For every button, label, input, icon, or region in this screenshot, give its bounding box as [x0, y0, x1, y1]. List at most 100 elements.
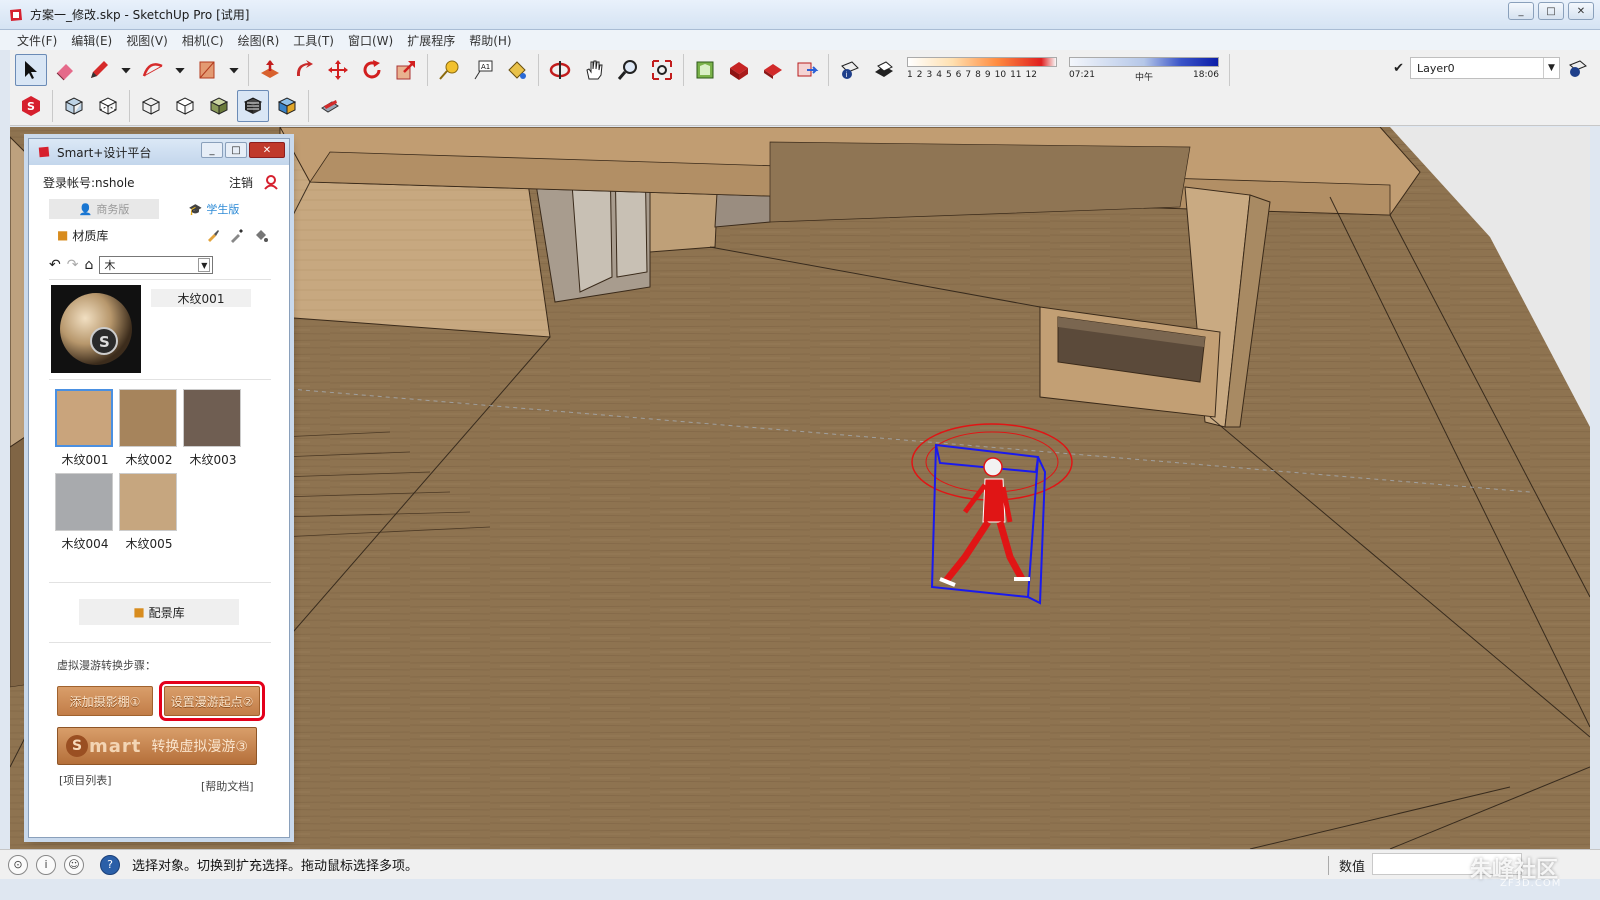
home-icon[interactable]: ⌂: [84, 257, 93, 273]
rectangle-tool-button[interactable]: [191, 54, 223, 86]
help-docs-link[interactable]: [帮助文档]: [201, 778, 254, 794]
svg-text:i: i: [846, 71, 848, 79]
shaded-textures-style-button[interactable]: [237, 90, 269, 122]
shadow-date-slider[interactable]: 1 2 3 4 5 6 7 8 9 10 11 12: [901, 54, 1063, 86]
menu-help[interactable]: 帮助(H): [462, 32, 518, 49]
user-account-icon[interactable]: ☺: [64, 854, 84, 875]
rotate-tool-button[interactable]: [356, 54, 388, 86]
send-to-layout-button[interactable]: [791, 54, 823, 86]
hidden-line-style-button[interactable]: [169, 90, 201, 122]
forward-icon[interactable]: ↷: [67, 257, 79, 273]
material-swatch[interactable]: 木纹001: [55, 389, 115, 467]
zoom-tool-button[interactable]: [612, 54, 644, 86]
menu-edit[interactable]: 编辑(E): [64, 32, 119, 49]
layer-select[interactable]: Layer0 ▼: [1410, 57, 1560, 79]
time-start-label: 07:21: [1069, 70, 1095, 80]
menu-draw[interactable]: 绘图(R): [231, 32, 287, 49]
arc-dropdown[interactable]: [171, 54, 189, 86]
back-icon[interactable]: ↶: [49, 257, 61, 273]
arc-tool-button[interactable]: [137, 54, 169, 86]
window-title: 方案一_修改.skp - SketchUp Pro [试用]: [30, 8, 250, 22]
monochrome-style-button[interactable]: [271, 90, 303, 122]
minimize-button[interactable]: _: [1508, 2, 1534, 20]
tab-business-edition[interactable]: 👤 商务版: [49, 199, 159, 219]
layout-button[interactable]: [757, 54, 789, 86]
zoom-extents-icon: [652, 60, 672, 80]
pencil-tool-button[interactable]: [83, 54, 115, 86]
swatch-label: 木纹005: [125, 537, 173, 551]
tab-student-edition[interactable]: 🎓 学生版: [159, 199, 269, 219]
eraser-tool-button[interactable]: [49, 54, 81, 86]
month-label: 3: [926, 70, 933, 80]
paint-bucket-icon[interactable]: [253, 227, 269, 243]
layer-manager-icon[interactable]: [1566, 56, 1590, 80]
shadow-toggle-button[interactable]: [868, 54, 900, 86]
warehouse-icon: [696, 61, 714, 79]
swatch-color: [119, 389, 177, 447]
menu-view[interactable]: 视图(V): [119, 32, 175, 49]
month-label: 2: [916, 70, 923, 80]
eyedropper-icon[interactable]: [229, 227, 245, 243]
select-tool-button[interactable]: [15, 54, 47, 86]
pan-tool-button[interactable]: [578, 54, 610, 86]
menu-camera[interactable]: 相机(C): [175, 32, 231, 49]
month-label: 4: [936, 70, 942, 80]
scene-library-button[interactable]: ■ 配景库: [79, 599, 239, 625]
geolocation-icon[interactable]: ⊙: [8, 854, 28, 875]
push-pull-tool-button[interactable]: [254, 54, 286, 86]
menu-tools[interactable]: 工具(T): [286, 32, 341, 49]
menu-file[interactable]: 文件(F): [10, 32, 64, 49]
shadow-date-bar[interactable]: [907, 57, 1057, 67]
credits-icon[interactable]: i: [36, 854, 56, 875]
xray-style-button[interactable]: [58, 90, 90, 122]
month-label: 7: [965, 70, 972, 80]
help-icon[interactable]: ?: [100, 854, 120, 875]
close-button[interactable]: ✕: [1568, 2, 1594, 20]
set-walk-start-button[interactable]: 设置漫游起点②: [159, 681, 265, 721]
category-select[interactable]: 木 ▼: [99, 256, 214, 274]
shadow-time-bar[interactable]: [1069, 57, 1219, 67]
convert-virtual-tour-button[interactable]: S mart 转换虚拟漫游③: [57, 727, 257, 765]
dimension-tool-button[interactable]: A1: [467, 54, 499, 86]
panel-minimize-button[interactable]: _: [201, 142, 223, 158]
shadow-info-button[interactable]: i: [834, 54, 866, 86]
pencil-dropdown[interactable]: [117, 54, 135, 86]
section-plane-button[interactable]: [314, 90, 346, 122]
paint-bucket-tool-button[interactable]: [501, 54, 533, 86]
account-label: 登录帐号:nshole: [43, 175, 135, 190]
panel-title-bar[interactable]: Smart+设计平台 _ □ ✕: [29, 139, 289, 165]
orbit-tool-button[interactable]: [544, 54, 576, 86]
warehouse-button[interactable]: [689, 54, 721, 86]
logout-link[interactable]: 注销: [229, 174, 253, 191]
brush-icon[interactable]: [205, 227, 221, 243]
wireframe-style-button[interactable]: [135, 90, 167, 122]
user-logout-icon[interactable]: [263, 174, 279, 190]
menu-window[interactable]: 窗口(W): [341, 32, 400, 49]
sketchup-logo-icon: [10, 8, 22, 21]
add-studio-button[interactable]: 添加摄影棚①: [57, 686, 153, 716]
material-swatch[interactable]: 木纹004: [55, 473, 115, 551]
rectangle-dropdown[interactable]: [225, 54, 243, 86]
panel-maximize-button[interactable]: □: [225, 142, 247, 158]
panel-close-button[interactable]: ✕: [249, 142, 285, 158]
shaded-style-button[interactable]: [203, 90, 235, 122]
extension-warehouse-button[interactable]: [723, 54, 755, 86]
smart-s-icon: S: [66, 735, 88, 757]
swatch-label: 木纹003: [189, 453, 237, 467]
scale-tool-button[interactable]: [390, 54, 422, 86]
follow-me-tool-button[interactable]: [288, 54, 320, 86]
material-swatch[interactable]: 木纹003: [183, 389, 243, 467]
menu-extensions[interactable]: 扩展程序: [400, 32, 462, 49]
shadow-time-slider[interactable]: 07:21 中午 18:06: [1063, 54, 1225, 86]
tape-measure-tool-button[interactable]: [433, 54, 465, 86]
material-library-label[interactable]: 材质库: [72, 227, 108, 244]
smart-plugin-button[interactable]: S: [15, 90, 47, 122]
layer-name: Layer0: [1417, 61, 1455, 75]
material-swatch[interactable]: 木纹002: [119, 389, 179, 467]
project-list-link[interactable]: [项目列表]: [59, 772, 112, 788]
move-tool-button[interactable]: [322, 54, 354, 86]
back-edges-style-button[interactable]: [92, 90, 124, 122]
material-swatch[interactable]: 木纹005: [119, 473, 179, 551]
maximize-button[interactable]: □: [1538, 2, 1564, 20]
zoom-extents-tool-button[interactable]: [646, 54, 678, 86]
